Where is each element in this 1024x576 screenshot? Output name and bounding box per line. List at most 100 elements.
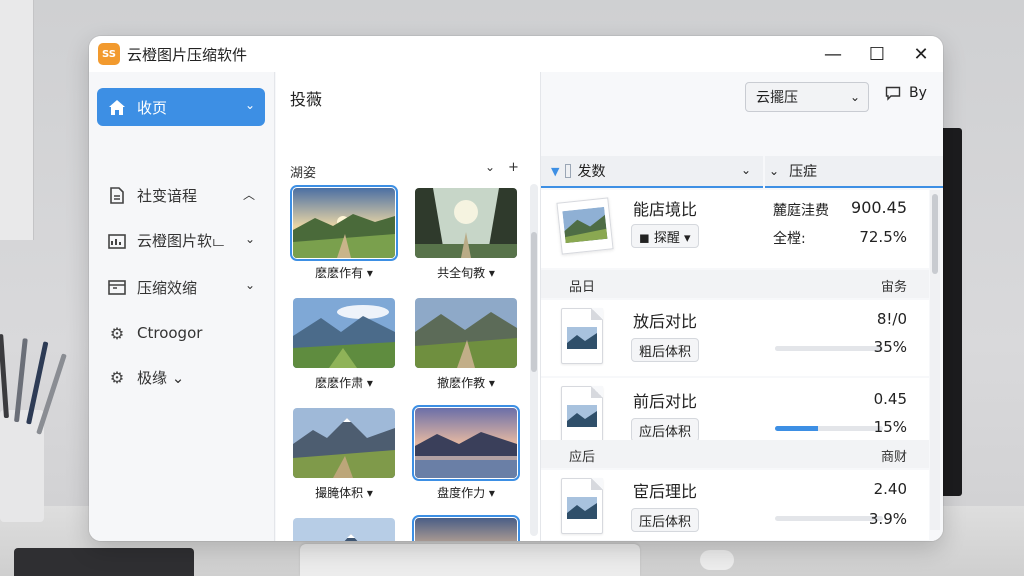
thumbnail[interactable] [415,298,517,368]
file-row[interactable]: 放后对比 粗后体积 8!/0 35% [541,300,929,376]
thumbnail[interactable] [415,188,517,258]
snow-peaks-image [293,518,395,541]
mountain-valley-image [293,298,395,368]
thumbnail-label[interactable]: 撤麽作教 ▾ [406,374,526,391]
compression-percent: 15% [873,418,907,436]
column-header-label: 压症 [789,164,818,180]
comment-label: By [909,85,927,101]
pane-title: 投薇 [290,90,323,109]
card-title: 能店境比 [633,200,698,219]
add-icon[interactable]: + [508,160,519,175]
column-header-compress[interactable]: ⌄ 压症 [765,156,943,188]
compression-percent: 3.9% [868,510,907,528]
sidebar-item-label: Ctroogor [137,324,203,342]
stat-value: 72.5% [859,228,907,246]
size-value: 8!/0 [876,310,907,328]
size-value: 2.40 [873,480,907,498]
details-pane: 云擺压 ⌄ By ▼ 发数 ⌄ ⌄ 压症 能店境比 ◼ 探醒 ▾ 麓庭洼费 90… [540,72,943,541]
lake-sunset-image [415,518,517,541]
image-icon [106,233,128,249]
close-button[interactable]: ✕ [899,36,943,72]
title-bar: SS 云橙图片压缩软件 — ☐ ✕ [89,36,943,72]
scrollbar-thumb[interactable] [932,194,938,274]
section-label: 商财 [880,450,907,465]
size-button[interactable]: 压后体积 [631,508,700,532]
chevron-down-icon[interactable]: ⌄ [485,160,495,174]
app-window: SS 云橙图片压缩软件 — ☐ ✕ 收页 ⌄ 社变谙程 ︿ 云橙图片软ட ⌄ 压… [89,36,943,541]
file-title: 放后对比 [633,312,698,331]
section-label: 品日 [569,280,596,295]
section-header: 应后 商财 [541,440,929,468]
chevron-down-icon: ⌄ [244,232,255,246]
chevron-up-icon: ︿ [242,188,255,202]
compression-progress [775,516,883,521]
thumbnail[interactable] [412,515,520,541]
chevron-down-icon: ⌄ [244,98,255,112]
sidebar-item-tutorial[interactable]: 社变谙程 ︿ [97,176,265,214]
details-scrollbar[interactable] [930,190,940,530]
comment-button[interactable]: By [885,85,927,101]
section-label: 宙务 [880,280,907,295]
file-list-scrollbar[interactable] [530,184,538,536]
list-header: 湖姿 ⌄ + [276,156,540,184]
compression-progress [775,426,883,431]
preview-dropdown[interactable]: ◼ 探醒 ▾ [631,224,699,248]
section-label: 应后 [569,450,596,465]
compress-icon [106,279,128,295]
mountain-road-image [415,298,517,368]
thumbnail-grid: 麽麽作有 ▾ 共全旬教 ▾ 麽麽作肃 ▾ 撤麽作教 ▾ 撮腌体积 ▾ 盘度作力 … [276,184,528,541]
thumbnail-label[interactable]: 共全旬教 ▾ [406,264,526,281]
thumbnail[interactable] [412,405,520,481]
stat-value: 900.45 [851,198,907,217]
file-row[interactable]: 宦后理比 压后体积 2.40 3.9% [541,470,929,540]
compression-progress [775,346,883,351]
stat-label: 麓庭洼费 [773,203,829,219]
thumbnail-label[interactable]: 麽麽作肃 ▾ [284,374,404,391]
size-value: 0.45 [873,390,907,408]
comment-icon [885,86,901,101]
gear-icon: ⚙ [109,367,125,387]
scrollbar-thumb[interactable] [531,232,537,372]
image-file-icon [561,386,603,442]
sidebar-item-settings[interactable]: ⚙ Ctroogor [97,314,265,352]
sidebar-item-compress[interactable]: 压缩效缩 ⌄ [97,268,265,306]
maximize-button[interactable]: ☐ [855,36,899,72]
overall-progress-bar: 进度 [541,540,943,541]
landscape-image [562,206,608,244]
column-header-count[interactable]: ▼ 发数 ⌄ [541,156,763,188]
image-file-icon [561,478,603,534]
sidebar-item-more[interactable]: ⚙ 极缘 ⌄ [97,358,265,396]
compression-percent: 35% [873,338,907,356]
section-header: 品日 宙务 [541,270,929,298]
thumbnail-label[interactable]: 麽麽作有 ▾ [284,264,404,281]
app-title: 云橙图片压缩软件 [127,45,248,64]
file-title: 宦后理比 [633,482,698,501]
column-header-label: 发数 [577,164,606,180]
chevron-down-icon: ⌄ [849,90,860,104]
thumbnail[interactable] [290,185,398,261]
thumbnail-label[interactable]: 撮腌体积 ▾ [284,484,404,501]
thumbnail[interactable] [293,298,395,368]
thumbnail-label[interactable]: 盘度作力 ▾ [406,484,526,501]
mode-select-value: 云擺压 [756,90,798,106]
size-button[interactable]: 应后体积 [631,418,700,442]
forest-path-image [415,188,517,258]
sidebar-item-home[interactable]: 收页 ⌄ [97,88,265,126]
progress-fill [775,426,819,431]
sidebar-item-images[interactable]: 云橙图片软ட ⌄ [97,222,265,260]
sunset-valley-image [293,188,395,258]
chevron-down-icon: ⌄ [769,164,780,178]
thumbnail[interactable] [293,408,395,478]
list-header-label: 湖姿 [290,166,317,181]
thumbnail[interactable] [293,518,395,541]
gear-icon: ⚙ [109,323,125,343]
minimize-button[interactable]: — [811,36,855,72]
mode-select[interactable]: 云擺压 ⌄ [745,82,869,112]
photo-thumbnail [556,197,614,255]
file-list-pane: 投薇 湖姿 ⌄ + 麽麽作有 ▾ 共全旬教 ▾ 麽麽作肃 ▾ 撤麽作教 ▾ 撮腌… [276,72,540,541]
mouse-pad [14,548,194,576]
lake-dusk-image [415,408,517,478]
image-file-icon [561,308,603,364]
document-icon [106,186,128,204]
size-button[interactable]: 粗后体积 [631,338,700,362]
